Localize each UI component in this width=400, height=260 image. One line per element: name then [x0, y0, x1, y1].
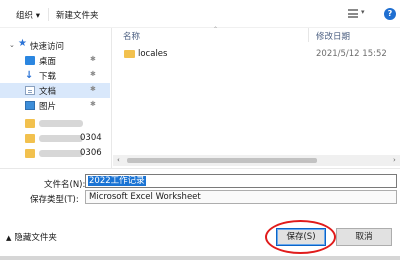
nav-item-label: 0306: [80, 148, 102, 158]
nav-item-redacted-folder[interactable]: 0306: [0, 146, 110, 161]
filename-input[interactable]: 2022工作记录: [85, 174, 397, 188]
file-date-modified: 2021/5/12 15:52: [316, 49, 387, 59]
desktop-icon: [25, 56, 35, 65]
nav-item-redacted-folder[interactable]: [0, 116, 110, 131]
filename-value: 2022工作记录: [88, 176, 146, 186]
filetype-select[interactable]: Microsoft Excel Worksheet: [85, 190, 397, 204]
folder-icon: [25, 134, 35, 143]
chevron-down-icon[interactable]: ▾: [361, 8, 365, 16]
toolbar-divider: [48, 8, 49, 21]
nav-item-quick-access[interactable]: ⌄ ★ 快速访问: [0, 38, 110, 53]
toolbar: 组织 ▾ 新建文件夹 ▾ ?: [0, 0, 400, 28]
filetype-label: 保存类型(T):: [30, 195, 79, 205]
nav-item-label: 桌面: [39, 57, 57, 67]
file-name: locales: [138, 49, 168, 59]
annotation-ring: [265, 220, 336, 254]
pin-icon: ✱: [90, 70, 96, 78]
scrollbar-thumb[interactable]: [127, 158, 317, 163]
nav-item-redacted-folder[interactable]: 0304: [0, 131, 110, 146]
chevron-down-icon[interactable]: ⌄: [9, 41, 15, 49]
chevron-up-icon: ▲: [6, 234, 12, 242]
documents-icon: [25, 86, 35, 95]
pin-icon: ✱: [90, 85, 96, 93]
help-icon[interactable]: ?: [384, 8, 396, 20]
filename-label: 文件名(N):: [44, 180, 86, 190]
nav-item-downloads[interactable]: ↓ 下载 ✱: [0, 68, 110, 83]
dialog-footer: ▲ 隐藏文件夹 保存(S) 取消: [0, 208, 400, 260]
nav-item-label: 0304: [80, 133, 102, 143]
redacted-label: [39, 120, 83, 127]
pictures-icon: [25, 101, 35, 110]
scroll-right-icon[interactable]: ›: [393, 156, 396, 164]
navigation-pane: ⌄ ★ 快速访问 桌面 ✱ ↓ 下载 ✱ 文档 ✱ 图片 ✱ 0304 0306: [0, 28, 112, 168]
column-divider[interactable]: [308, 28, 309, 42]
column-header-name[interactable]: 名称: [123, 30, 140, 42]
new-folder-button[interactable]: 新建文件夹: [56, 9, 99, 21]
nav-item-label: 图片: [39, 102, 57, 112]
window-bottom-edge: [0, 256, 400, 260]
save-form: 文件名(N): 2022工作记录 保存类型(T): Microsoft Exce…: [0, 168, 400, 208]
column-header-date-modified[interactable]: 修改日期: [316, 30, 350, 42]
folder-icon: [25, 119, 35, 128]
redacted-label: [39, 135, 83, 142]
star-icon: ★: [18, 38, 27, 49]
cancel-button[interactable]: 取消: [336, 228, 392, 246]
folder-icon: [25, 149, 35, 158]
scroll-left-icon[interactable]: ‹: [117, 156, 120, 164]
horizontal-scrollbar[interactable]: ‹ ›: [113, 155, 400, 166]
hide-folders-label: 隐藏文件夹: [14, 233, 57, 243]
nav-item-pictures[interactable]: 图片 ✱: [0, 98, 110, 113]
pin-icon: ✱: [90, 55, 96, 63]
organize-button[interactable]: 组织 ▾: [16, 9, 40, 21]
file-list: ⌃ 名称 修改日期 locales 2021/5/12 15:52: [113, 26, 400, 160]
nav-item-label: 下载: [39, 72, 57, 82]
redacted-label: [39, 150, 83, 157]
nav-item-label: 文档: [39, 87, 57, 97]
download-icon: ↓: [25, 70, 34, 81]
folder-icon: [124, 50, 135, 58]
filetype-value: Microsoft Excel Worksheet: [89, 192, 201, 202]
nav-item-label: 快速访问: [30, 42, 65, 52]
file-row[interactable]: locales 2021/5/12 15:52: [113, 46, 393, 62]
nav-item-documents[interactable]: 文档 ✱: [0, 83, 110, 98]
nav-item-desktop[interactable]: 桌面 ✱: [0, 53, 110, 68]
pin-icon: ✱: [90, 100, 96, 108]
hide-folders-toggle[interactable]: ▲ 隐藏文件夹: [6, 231, 57, 243]
view-list-icon[interactable]: [348, 9, 358, 18]
sort-ascending-icon: ⌃: [213, 26, 219, 33]
